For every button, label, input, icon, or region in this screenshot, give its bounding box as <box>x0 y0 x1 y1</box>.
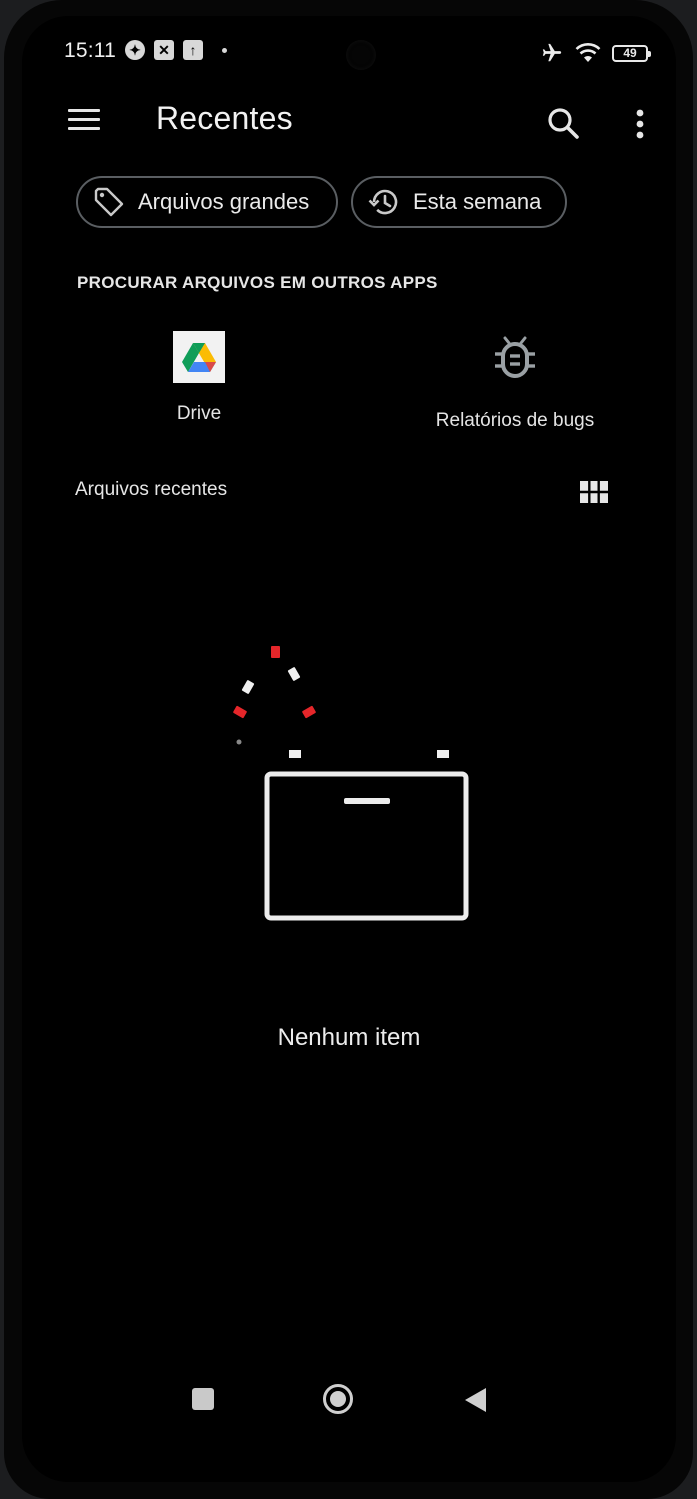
home-button-icon[interactable] <box>322 1383 354 1415</box>
other-apps-heading: PROCURAR ARQUIVOS EM OUTROS APPS <box>77 273 438 292</box>
search-icon[interactable] <box>544 104 584 144</box>
status-system-icons: 49 <box>540 42 651 64</box>
front-camera <box>346 40 376 70</box>
chip-large-files[interactable]: Arquivos grandes <box>76 176 338 228</box>
empty-state-message: Nenhum item <box>277 1024 421 1051</box>
navigation-menu-icon[interactable] <box>68 109 100 133</box>
app-tile-label: Relatórios de bugs <box>435 410 595 431</box>
app-notification-icon: ✕ <box>154 40 174 60</box>
bug-icon <box>495 336 535 378</box>
chip-label: Esta semana <box>413 189 542 214</box>
app-tile-drive[interactable]: Drive <box>144 331 254 425</box>
app-tile-bug-reports[interactable]: Relatórios de bugs <box>420 334 610 432</box>
empty-box-illustration <box>233 646 469 921</box>
airplane-mode-icon <box>542 43 562 62</box>
app-tile-label: Drive <box>176 403 222 424</box>
status-time: 15:11 <box>64 39 116 62</box>
illustration-spark-icon <box>271 646 280 658</box>
recent-files-heading: Arquivos recentes <box>75 479 228 500</box>
tag-icon <box>94 187 124 217</box>
history-icon <box>368 189 398 215</box>
wifi-icon <box>575 43 601 62</box>
page-title: Recentes <box>156 100 293 136</box>
chip-label: Arquivos grandes <box>138 189 310 214</box>
upload-notification-icon: ↑ <box>183 40 203 60</box>
more-notifications-dot-icon <box>222 47 227 53</box>
back-button-icon[interactable] <box>462 1386 488 1414</box>
status-notification-icons: ✦ ✕ ↑ <box>125 40 227 60</box>
phone-frame: 15:11 ✦ ✕ ↑ 49 Recentes Arquivos grandes… <box>4 0 693 1499</box>
chip-this-week[interactable]: Esta semana <box>351 176 567 228</box>
grid-view-icon[interactable] <box>578 476 610 508</box>
battery-icon: 49 <box>612 44 651 62</box>
vpn-icon: ✦ <box>125 40 145 60</box>
screen: 15:11 ✦ ✕ ↑ 49 Recentes Arquivos grandes… <box>22 16 676 1482</box>
google-drive-icon <box>173 331 225 383</box>
more-options-icon[interactable] <box>622 104 658 144</box>
recent-apps-button[interactable] <box>192 1388 214 1410</box>
